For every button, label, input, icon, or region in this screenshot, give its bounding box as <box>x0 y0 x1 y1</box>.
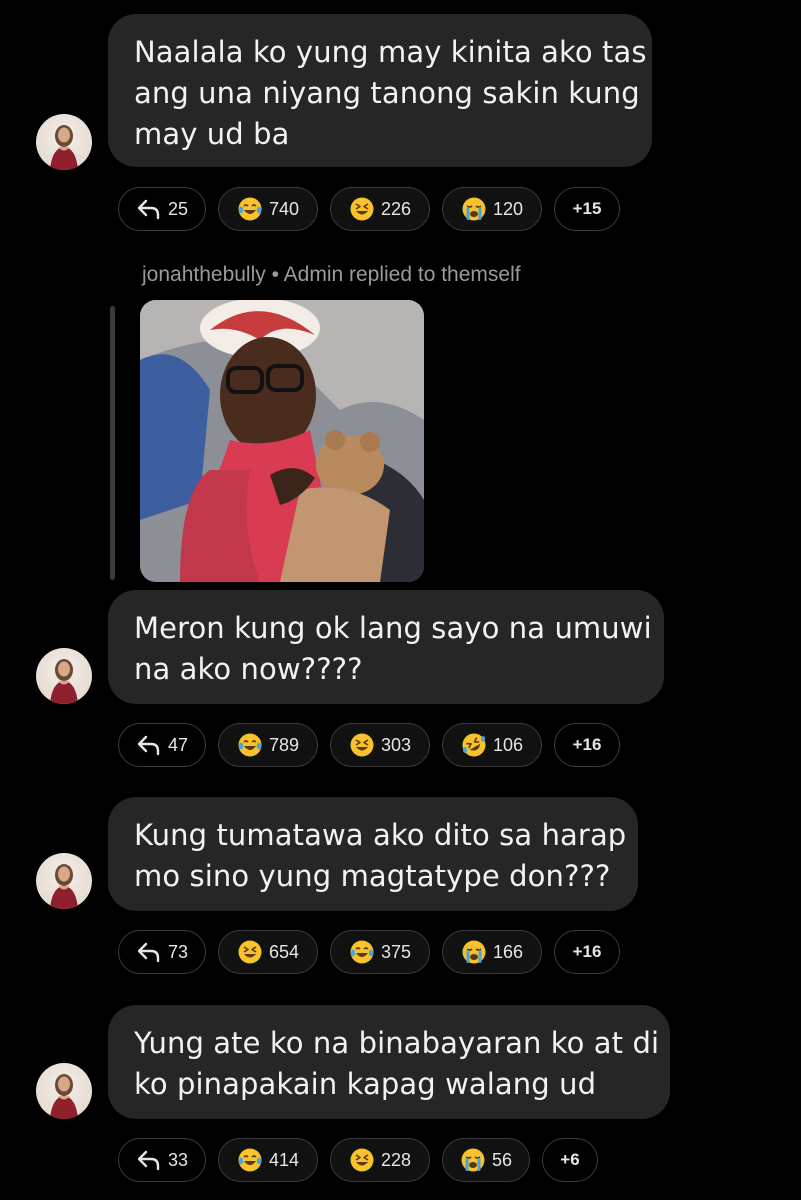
reaction-count: 166 <box>492 941 524 962</box>
reaction-pill[interactable]: 56 <box>442 1138 530 1182</box>
message-line: Meron kung ok lang sayo na umuwi <box>134 611 652 645</box>
more-reactions-button[interactable]: +15 <box>554 187 620 231</box>
tears-of-joy-icon <box>238 1148 262 1172</box>
reply-arrow-icon <box>137 735 160 756</box>
reaction-count: 654 <box>268 941 300 962</box>
more-reactions-count: +16 <box>572 942 602 961</box>
message-line: Yung ate ko na binabayaran ko at di <box>134 1026 660 1060</box>
avatar-photo-icon <box>50 864 78 909</box>
gif-image <box>140 300 424 582</box>
tears-of-joy-icon <box>238 197 262 221</box>
grinning-squint-icon <box>350 197 374 221</box>
sender-avatar[interactable] <box>36 648 92 704</box>
rolling-on-floor-laughing-icon <box>462 733 486 757</box>
reply-separator: • <box>265 263 284 286</box>
grinning-squint-icon <box>238 940 262 964</box>
avatar-photo-icon <box>50 125 78 170</box>
reply-arrow-icon <box>137 1150 160 1171</box>
reaction-pill[interactable]: 166 <box>442 930 542 974</box>
message-line: ang una niyang tanong sakin kung <box>134 76 640 110</box>
grinning-squint-icon <box>350 733 374 757</box>
avatar-photo-icon <box>50 1074 78 1119</box>
reaction-count: 56 <box>491 1149 513 1170</box>
reaction-count: 228 <box>380 1149 412 1170</box>
reaction-count: 120 <box>492 198 524 219</box>
reaction-pill[interactable]: 375 <box>330 930 430 974</box>
reply-count-button[interactable]: 47 <box>118 723 206 767</box>
reply-count: 73 <box>167 941 189 962</box>
grinning-squint-icon <box>350 1148 374 1172</box>
message-line: na ako now???? <box>134 652 363 686</box>
message-line: ko pinapakain kapag walang ud <box>134 1067 597 1101</box>
reply-arrow-icon <box>137 199 160 220</box>
message-bubble[interactable]: Meron kung ok lang sayo na umuwi na ako … <box>108 590 664 704</box>
reply-count-button[interactable]: 73 <box>118 930 206 974</box>
tears-of-joy-icon <box>238 733 262 757</box>
reaction-pill[interactable]: 303 <box>330 723 430 767</box>
tears-of-joy-icon <box>350 940 374 964</box>
reply-count-button[interactable]: 33 <box>118 1138 206 1182</box>
message-line: mo sino yung magtatype don??? <box>134 859 611 893</box>
reaction-pill[interactable]: 120 <box>442 187 542 231</box>
reaction-pill[interactable]: 226 <box>330 187 430 231</box>
reaction-count: 106 <box>492 734 524 755</box>
avatar-photo-icon <box>50 659 78 704</box>
more-reactions-count: +16 <box>572 735 602 754</box>
loudly-crying-icon <box>462 940 486 964</box>
reaction-count: 789 <box>268 734 300 755</box>
sender-avatar[interactable] <box>36 853 92 909</box>
reaction-bar: 33 414 228 56 +6 <box>118 1138 598 1182</box>
reaction-count: 740 <box>268 198 300 219</box>
more-reactions-button[interactable]: +6 <box>542 1138 598 1182</box>
reply-role-text: Admin replied to themself <box>283 263 521 286</box>
reaction-count: 414 <box>268 1149 300 1170</box>
reaction-pill[interactable]: 106 <box>442 723 542 767</box>
message-line: Kung tumatawa ako dito sa harap <box>134 818 627 852</box>
reaction-pill[interactable]: 228 <box>330 1138 430 1182</box>
more-reactions-button[interactable]: +16 <box>554 723 620 767</box>
reply-count: 25 <box>167 198 189 219</box>
reply-header: jonahthebully • Admin replied to themsel… <box>142 263 521 287</box>
reaction-bar: 47 789 303 106 +16 <box>118 723 620 767</box>
reply-count: 47 <box>167 734 189 755</box>
sender-avatar[interactable] <box>36 114 92 170</box>
sender-avatar[interactable] <box>36 1063 92 1119</box>
reaction-count: 303 <box>380 734 412 755</box>
message-bubble[interactable]: Yung ate ko na binabayaran ko at di ko p… <box>108 1005 670 1119</box>
reaction-bar: 73 654 375 166 +16 <box>118 930 620 974</box>
reaction-bar: 25 740 226 120 +15 <box>118 187 620 231</box>
loudly-crying-icon <box>462 197 486 221</box>
reply-count: 33 <box>167 1149 189 1170</box>
reaction-pill[interactable]: 789 <box>218 723 318 767</box>
gif-attachment[interactable] <box>140 300 424 582</box>
reaction-count: 226 <box>380 198 412 219</box>
reaction-pill[interactable]: 654 <box>218 930 318 974</box>
message-bubble[interactable]: Naalala ko yung may kinita ako tas ang u… <box>108 14 652 167</box>
reaction-count: 375 <box>380 941 412 962</box>
reply-arrow-icon <box>137 942 160 963</box>
more-reactions-count: +15 <box>572 199 602 218</box>
message-line: Naalala ko yung may kinita ako tas <box>134 35 647 69</box>
message-line: may ud ba <box>134 117 290 151</box>
reply-count-button[interactable]: 25 <box>118 187 206 231</box>
more-reactions-button[interactable]: +16 <box>554 930 620 974</box>
reply-author[interactable]: jonahthebully <box>142 263 266 286</box>
message-bubble[interactable]: Kung tumatawa ako dito sa harap mo sino … <box>108 797 638 911</box>
reaction-pill[interactable]: 414 <box>218 1138 318 1182</box>
reaction-pill[interactable]: 740 <box>218 187 318 231</box>
thread-line <box>110 306 115 580</box>
more-reactions-count: +6 <box>560 1150 580 1169</box>
loudly-crying-icon <box>461 1148 485 1172</box>
